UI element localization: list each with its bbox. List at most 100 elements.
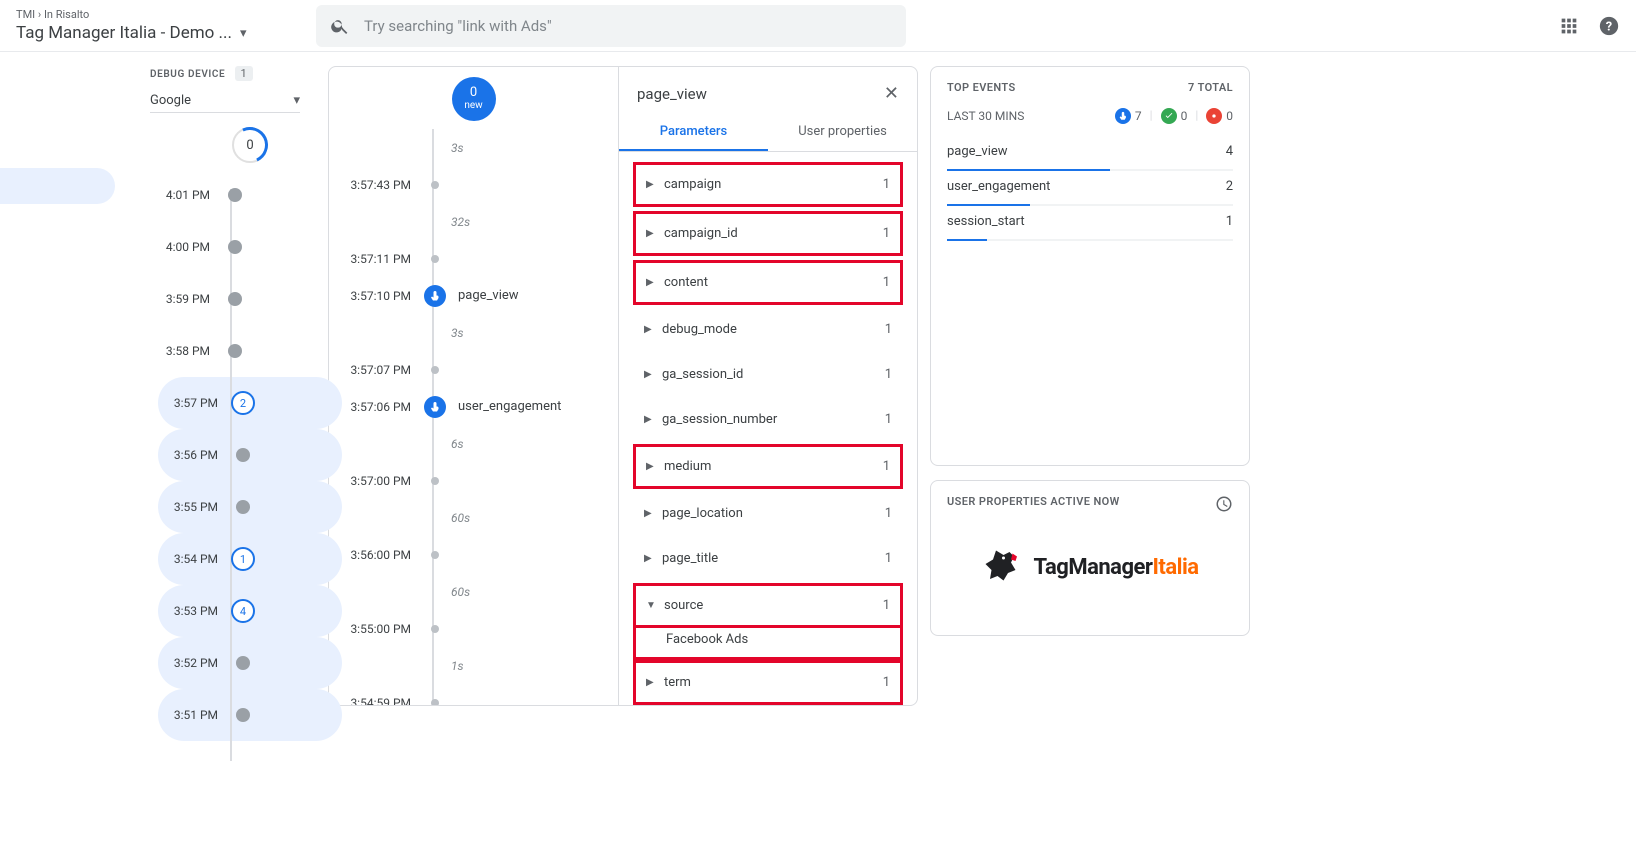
top-events-card: TOP EVENTS 7 TOTAL LAST 30 MINS 7|0|0 pa…: [930, 66, 1250, 466]
minute-node: [236, 448, 250, 462]
param-count: 1: [883, 226, 890, 241]
event-name: page_view: [458, 288, 519, 303]
minute-time: 3:53 PM: [158, 604, 218, 618]
event-title: page_view: [637, 85, 707, 103]
param-name: page_title: [662, 551, 875, 566]
minute-row[interactable]: 3:59 PM: [150, 273, 350, 325]
search-icon: [330, 16, 350, 36]
minute-row[interactable]: 3:51 PM: [158, 689, 342, 741]
second-row: 3:54:59 PM: [329, 684, 618, 706]
param-row[interactable]: ▼ source 1: [633, 583, 903, 628]
apps-icon[interactable]: [1558, 15, 1580, 37]
param-count: 1: [883, 177, 890, 192]
search-input[interactable]: Try searching "link with Ads": [316, 5, 906, 47]
chip-count: 7: [1135, 109, 1142, 123]
second-row: 32s: [329, 203, 618, 240]
param-count: 1: [885, 551, 892, 566]
minute-row[interactable]: 3:55 PM: [158, 481, 342, 533]
new-events-badge[interactable]: 0new: [452, 77, 496, 121]
param-row[interactable]: ▶debug_mode1: [633, 309, 903, 350]
top-event-row[interactable]: user_engagement2: [947, 171, 1233, 206]
chevron-right-icon: ▶: [644, 324, 652, 335]
param-row[interactable]: ▶term1: [633, 660, 903, 705]
minute-row[interactable]: 3:53 PM4: [158, 585, 342, 637]
delta-label: 60s: [451, 585, 470, 599]
param-name: source: [664, 598, 873, 613]
top-event-count: 1: [1226, 214, 1233, 229]
param-count: 1: [885, 367, 892, 382]
topbar: TMI › In Risalto Tag Manager Italia - De…: [0, 0, 1636, 52]
minute-row[interactable]: 3:52 PM: [158, 637, 342, 689]
minute-time: 3:58 PM: [150, 344, 210, 358]
top-event-name: session_start: [947, 214, 1025, 229]
breadcrumb[interactable]: TMI › In Risalto: [16, 8, 316, 21]
tick-node: [431, 181, 439, 189]
debug-device-select[interactable]: Google ▾: [150, 89, 300, 113]
tick-node: [431, 625, 439, 633]
param-row[interactable]: ▶page_location1: [633, 493, 903, 534]
minute-row[interactable]: 3:58 PM: [150, 325, 350, 377]
chevron-right-icon: ▶: [644, 508, 652, 519]
svg-text:?: ?: [1606, 19, 1612, 34]
minute-time: 3:57 PM: [158, 396, 218, 410]
second-row: 3:56:00 PM: [329, 536, 618, 573]
param-name: content: [664, 275, 873, 290]
param-row[interactable]: ▶ page_title 1: [633, 538, 903, 579]
event-type-chip[interactable]: 0: [1161, 108, 1188, 124]
second-time: 3:57:43 PM: [329, 178, 411, 192]
second-row: 3:57:11 PM: [329, 240, 618, 277]
minute-row[interactable]: 3:56 PM: [158, 429, 342, 481]
top-event-count: 4: [1226, 144, 1233, 159]
tab-parameters[interactable]: Parameters: [619, 114, 768, 151]
param-row[interactable]: ▶ ga_session_id 1: [633, 354, 903, 395]
minute-row[interactable]: 4:01 PM: [150, 169, 350, 221]
param-count: 1: [883, 675, 890, 690]
event-type-chip[interactable]: 0: [1206, 108, 1233, 124]
minute-time: 3:55 PM: [158, 500, 218, 514]
event-type-chip[interactable]: 7: [1115, 108, 1142, 124]
chip-icon: [1115, 108, 1131, 124]
param-count: 1: [885, 506, 892, 521]
help-icon[interactable]: ?: [1598, 15, 1620, 37]
second-time: 3:57:11 PM: [329, 252, 411, 266]
chevron-right-icon: ▶: [644, 553, 652, 564]
param-row[interactable]: ▶medium1: [633, 444, 903, 489]
delta-label: 32s: [451, 215, 470, 229]
second-row: 3:57:07 PM: [329, 351, 618, 388]
second-row: 6s: [329, 425, 618, 462]
param-row[interactable]: ▶ ga_session_number 1: [633, 399, 903, 440]
tab-user-properties[interactable]: User properties: [768, 114, 917, 151]
chevron-right-icon: ▶: [646, 277, 654, 288]
second-row[interactable]: 3:57:10 PM page_view: [329, 277, 618, 314]
second-time: 3:57:07 PM: [329, 363, 411, 377]
second-row[interactable]: 3:57:06 PMuser_engagement: [329, 388, 618, 425]
second-time: 3:57:00 PM: [329, 474, 411, 488]
param-name: ga_session_number: [662, 412, 875, 427]
top-event-row[interactable]: session_start 1: [947, 206, 1233, 241]
second-row: 60s: [329, 573, 618, 610]
user-props-title: USER PROPERTIES ACTIVE NOW: [947, 495, 1120, 513]
param-row[interactable]: ▶content1: [633, 260, 903, 305]
minute-row[interactable]: 3:54 PM1: [158, 533, 342, 585]
second-row: 3s: [329, 129, 618, 166]
chevron-right-icon: ▶: [644, 369, 652, 380]
top-event-row[interactable]: page_view4: [947, 136, 1233, 171]
minute-row[interactable]: 3:57 PM 2: [158, 377, 342, 429]
minute-row[interactable]: 4:00 PM: [150, 221, 350, 273]
touch-icon: [424, 396, 446, 418]
param-row[interactable]: ▶campaign_id1: [633, 211, 903, 256]
param-name: campaign: [664, 177, 873, 192]
close-icon[interactable]: ✕: [884, 83, 899, 104]
param-row[interactable]: ▶campaign1: [633, 162, 903, 207]
minute-node: [228, 292, 242, 306]
param-count: 1: [883, 598, 890, 613]
param-name: debug_mode: [662, 322, 875, 337]
second-time: 3:57:10 PM: [329, 289, 411, 303]
top-events-title: TOP EVENTS: [947, 81, 1016, 94]
param-name: ga_session_id: [662, 367, 875, 382]
property-selector[interactable]: Tag Manager Italia - Demo ... ▾: [16, 23, 316, 43]
minute-node: 2: [231, 391, 255, 415]
chevron-down-icon: ▼: [646, 600, 654, 611]
param-count: 1: [885, 412, 892, 427]
chevron-right-icon: ▶: [644, 414, 652, 425]
